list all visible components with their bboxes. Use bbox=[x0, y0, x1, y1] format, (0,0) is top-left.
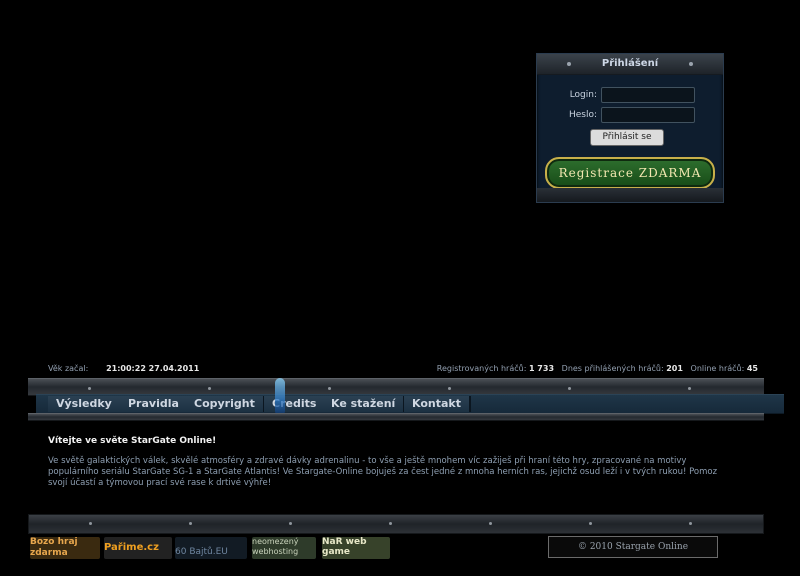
nav-item-vysledky[interactable]: Výsledky bbox=[48, 396, 122, 412]
rivet-icon bbox=[448, 387, 451, 390]
login-title: Přihlášení bbox=[601, 58, 659, 69]
login-label: Login: bbox=[569, 90, 597, 100]
nav-item-kontakt[interactable]: Kontakt bbox=[404, 396, 471, 412]
rivet-icon bbox=[688, 387, 691, 390]
banner-bozo[interactable]: Bozo hraj zdarma bbox=[30, 537, 100, 559]
password-label: Heslo: bbox=[568, 110, 597, 120]
banner-webhosting[interactable]: neomezený webhosting bbox=[252, 537, 316, 559]
banner-60bajtu[interactable]: 60 Bajtů.EU bbox=[175, 537, 247, 559]
rivet-icon bbox=[328, 387, 331, 390]
banner-parime[interactable]: Pařime.cz bbox=[104, 537, 172, 559]
nav-item-credits[interactable]: Credits bbox=[264, 396, 327, 412]
rivet-icon bbox=[289, 522, 292, 525]
stargate-glow-icon bbox=[275, 378, 285, 416]
rivet-icon bbox=[689, 522, 692, 525]
today-value: 201 bbox=[666, 364, 683, 373]
registered-value: 1 733 bbox=[528, 364, 555, 373]
rivet-icon bbox=[489, 522, 492, 525]
login-title-bar: Přihlášení bbox=[537, 54, 723, 75]
banner-nar[interactable]: NaR web game bbox=[322, 537, 390, 559]
nav-item-copyright[interactable]: Copyright bbox=[186, 396, 265, 412]
password-input[interactable] bbox=[601, 107, 695, 123]
welcome-text: Ve světě galaktických válek, skvělé atmo… bbox=[48, 456, 718, 488]
age-label: Věk začal: bbox=[48, 364, 89, 373]
welcome-section: Vítejte ve světe StarGate Online! Ve svě… bbox=[48, 436, 738, 489]
rivet-icon bbox=[389, 522, 392, 525]
rivet-icon bbox=[568, 387, 571, 390]
login-button[interactable]: Přihlásit se bbox=[590, 129, 664, 146]
register-button[interactable]: Registrace ZDARMA bbox=[545, 157, 715, 189]
registered-label: Registrovaných hráčů: bbox=[436, 364, 527, 373]
stats-bar: Věk začal: 21:00:22 27.04.2011 Registrov… bbox=[48, 364, 758, 376]
main-nav: Výsledky Pravidla Copyright Credits Ke s… bbox=[36, 394, 784, 414]
today-label: Dnes přihlášených hráčů: bbox=[561, 364, 664, 373]
online-value: 45 bbox=[746, 364, 758, 373]
login-bottom-bar bbox=[537, 188, 723, 202]
metal-divider bbox=[28, 413, 764, 421]
rivet-icon bbox=[88, 387, 91, 390]
rivet-icon bbox=[589, 522, 592, 525]
nav-item-ke-stazeni[interactable]: Ke stažení bbox=[323, 396, 406, 412]
welcome-title: Vítejte ve světe StarGate Online! bbox=[48, 436, 217, 446]
rivet-icon bbox=[189, 522, 192, 525]
rivet-icon bbox=[89, 522, 92, 525]
footer-bar bbox=[28, 514, 764, 534]
copyright: © 2010 Stargate Online bbox=[548, 536, 718, 558]
age-value: 21:00:22 27.04.2011 bbox=[106, 364, 200, 373]
online-label: Online hráčů: bbox=[690, 364, 745, 373]
login-input[interactable] bbox=[601, 87, 695, 103]
login-panel: Přihlášení Login: Heslo: Přihlásit se Re… bbox=[536, 53, 724, 203]
rivet-icon bbox=[208, 387, 211, 390]
nav-item-pravidla[interactable]: Pravidla bbox=[120, 396, 189, 412]
